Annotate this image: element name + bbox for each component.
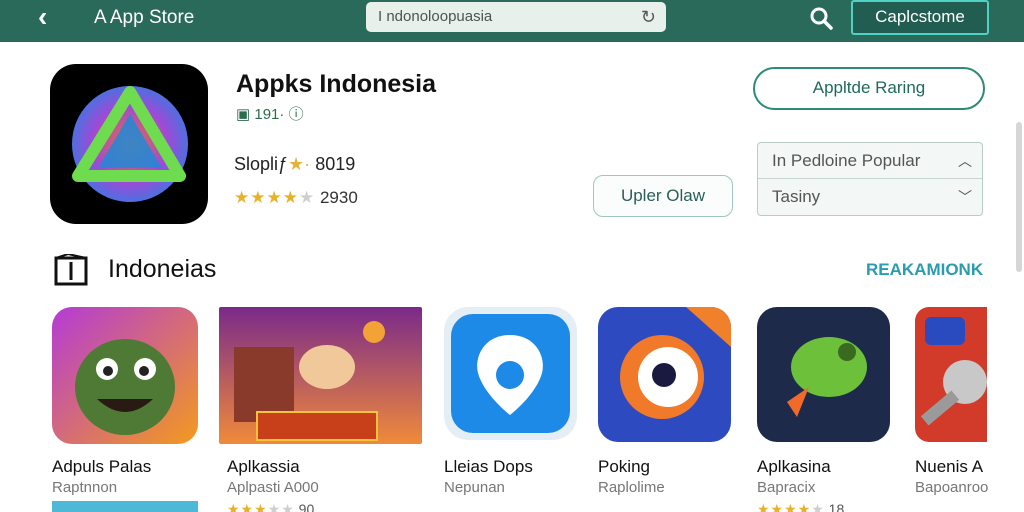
chevron-down-icon[interactable]: ﹀ bbox=[958, 179, 972, 215]
app-meta: ▣ 191· ⓘ bbox=[236, 103, 304, 124]
app-developer: Bapoanroo bbox=[915, 479, 989, 496]
app-developer: Nepunan bbox=[444, 479, 505, 496]
app-card-footer bbox=[52, 501, 198, 512]
scrollbar[interactable] bbox=[1016, 122, 1022, 272]
section-title: Indoneias bbox=[108, 255, 217, 283]
app-name: Nuenis A bbox=[915, 457, 984, 476]
dropdown-option[interactable]: In Pedloine Popular ︿ bbox=[758, 143, 982, 179]
rating-count: 2930 bbox=[319, 188, 358, 207]
rating-stars: ★★★★★ bbox=[757, 501, 825, 512]
app-rating: ★★★★★ 2930 bbox=[234, 188, 358, 208]
refresh-icon[interactable]: ↻ bbox=[641, 7, 656, 28]
app-icon[interactable] bbox=[444, 307, 577, 440]
rating-count: 18 bbox=[828, 501, 845, 512]
app-rating: ★★★★★ 90 bbox=[227, 501, 314, 512]
app-subtitle: Slopliƒ★· 8019 bbox=[234, 154, 355, 175]
sort-dropdown[interactable]: In Pedloine Popular ︿ Tasiny ﹀ bbox=[757, 142, 983, 216]
search-icon[interactable] bbox=[808, 5, 834, 31]
app-name: Adpuls Palas bbox=[52, 457, 152, 476]
see-all-link[interactable]: REAKAMIONK bbox=[866, 260, 983, 280]
app-developer: Aplpasti A000 bbox=[227, 479, 319, 496]
app-icon[interactable] bbox=[757, 307, 890, 442]
app-developer: Bapracix bbox=[757, 479, 816, 496]
info-icon: ⓘ bbox=[288, 106, 304, 123]
top-bar: ‹ A App Store I ndonoloopuasia ↻ Caplcst… bbox=[0, 0, 1024, 42]
app-title: Appks Indonesia bbox=[236, 70, 437, 98]
rating-stars: ★★★★★ bbox=[234, 188, 316, 207]
app-developer: Raptnnon bbox=[52, 479, 118, 496]
account-button[interactable]: Caplcstome bbox=[851, 0, 989, 35]
app-name: Lleias Dops bbox=[444, 457, 533, 476]
app-icon[interactable] bbox=[598, 307, 731, 442]
primary-action-button[interactable]: Appltde Raring bbox=[753, 67, 985, 110]
store-title: A App Store bbox=[94, 7, 195, 28]
dropdown-option-label: Tasiny bbox=[772, 187, 821, 206]
subtitle-value: 8019 bbox=[315, 154, 356, 174]
rating-count: 90 bbox=[298, 501, 315, 512]
app-rating: ★★★★★ 18 bbox=[757, 501, 844, 512]
app-name: Aplkasina bbox=[757, 457, 831, 476]
dropdown-option-label: In Pedloine Popular bbox=[772, 151, 921, 170]
chevron-up-icon[interactable]: ︿ bbox=[958, 143, 972, 179]
secondary-action-button[interactable]: Upler Olaw bbox=[593, 175, 733, 217]
section-icon bbox=[54, 254, 88, 286]
app-banner[interactable] bbox=[219, 307, 422, 444]
app-icon[interactable] bbox=[915, 307, 987, 442]
dropdown-option[interactable]: Tasiny ﹀ bbox=[758, 179, 982, 215]
back-arrow-icon[interactable]: ‹ bbox=[38, 3, 68, 32]
search-input[interactable]: I ndonoloopuasia ↻ bbox=[366, 2, 666, 32]
app-name: Aplkassia bbox=[227, 457, 300, 476]
app-meta-text: 191· bbox=[254, 106, 285, 123]
star-icon: ★· bbox=[288, 154, 311, 174]
app-name: Poking bbox=[598, 457, 650, 476]
app-developer: Raplolime bbox=[598, 479, 665, 496]
search-text: I ndonoloopuasia bbox=[378, 8, 493, 25]
subtitle-text: Slopliƒ bbox=[234, 154, 289, 174]
featured-app-icon[interactable] bbox=[50, 64, 208, 224]
app-icon[interactable] bbox=[52, 307, 198, 444]
rating-stars: ★★★★★ bbox=[227, 501, 295, 512]
grid-icon: ▣ bbox=[236, 106, 251, 123]
